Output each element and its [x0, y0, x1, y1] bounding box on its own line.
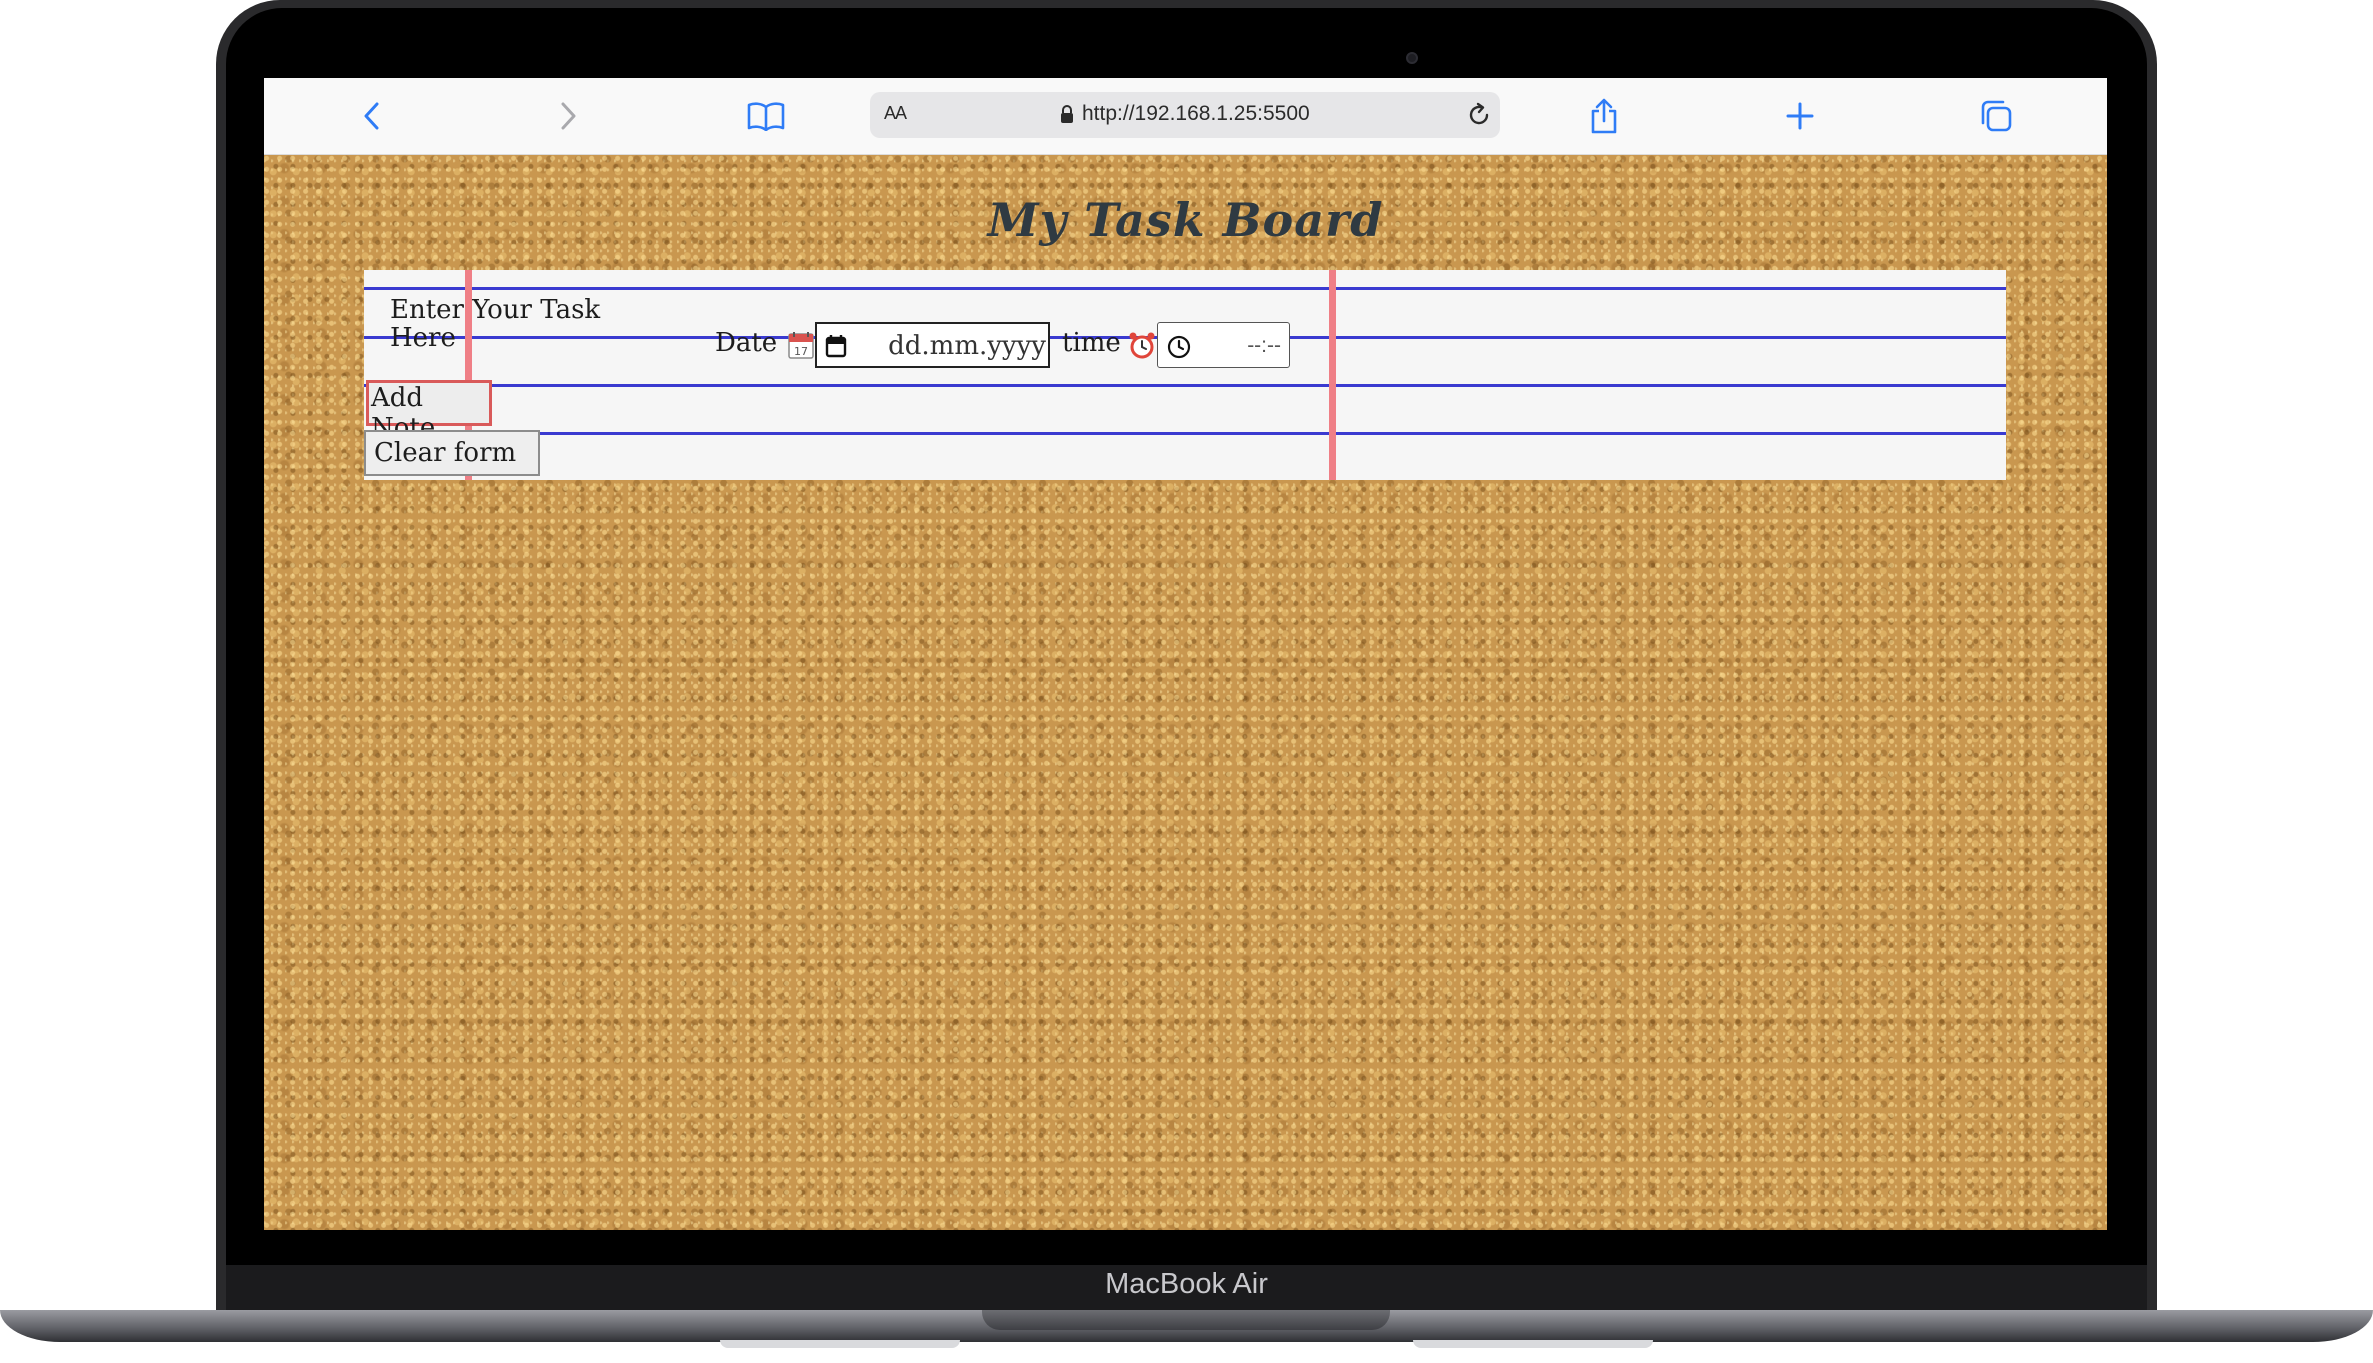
chevron-right-icon — [561, 102, 576, 130]
book-icon — [747, 102, 785, 131]
clock-icon[interactable] — [1167, 335, 1191, 359]
laptop-foot — [720, 1340, 960, 1348]
share-button[interactable] — [1580, 92, 1628, 140]
screen: AA http://192.168.1.25:5500 My Task Boar… — [264, 78, 2107, 1230]
date-placeholder: dd.mm.yyyy — [888, 331, 1046, 361]
laptop-foot — [1413, 1340, 1653, 1348]
time-label: time — [1062, 328, 1121, 358]
share-icon — [1591, 98, 1617, 134]
lock-icon — [1061, 105, 1073, 123]
calendar-icon[interactable] — [825, 334, 847, 358]
time-input[interactable]: --:-- — [1157, 322, 1290, 368]
camera-icon — [1406, 52, 1418, 64]
date-input[interactable]: dd.mm.yyyy — [815, 322, 1050, 368]
ruled-line — [364, 287, 2006, 290]
browser-toolbar: AA http://192.168.1.25:5500 — [264, 78, 2107, 155]
alarm-clock-emoji-icon — [1129, 332, 1155, 359]
date-label: Date — [715, 328, 778, 358]
device-label: MacBook Air — [1105, 1268, 1268, 1300]
address-bar[interactable]: AA http://192.168.1.25:5500 — [870, 92, 1500, 138]
time-placeholder: --:-- — [1247, 334, 1281, 357]
reader-text-size-button[interactable]: AA — [884, 103, 907, 124]
clear-form-button[interactable]: Clear form — [364, 430, 540, 476]
svg-text:17: 17 — [794, 345, 808, 358]
new-tab-button[interactable] — [1776, 92, 1824, 140]
margin-line — [1329, 270, 1336, 480]
url-text[interactable]: http://192.168.1.25:5500 — [1082, 102, 1310, 126]
tabs-overview-button[interactable] — [1972, 92, 2020, 140]
reload-icon[interactable] — [1466, 102, 1492, 128]
bookmarks-button[interactable] — [742, 92, 790, 140]
ruled-line — [364, 432, 2006, 435]
calendar-emoji-icon: 17 — [788, 332, 814, 359]
task-form: Enter Your Task Here Date 17 dd.mm.yyyy … — [364, 270, 2006, 480]
ruled-line — [364, 384, 2006, 387]
task-input[interactable]: Enter Your Task Here — [390, 296, 650, 352]
add-note-button[interactable]: Add Note — [366, 380, 492, 443]
page-title: My Task Board — [987, 193, 1384, 247]
tabs-icon — [1981, 100, 2012, 132]
laptop-hinge-notch — [982, 1310, 1390, 1330]
forward-button[interactable] — [544, 92, 592, 140]
chevron-left-icon — [364, 102, 379, 130]
corkboard-page: My Task Board Enter Your Task Here Date … — [264, 155, 2107, 1230]
back-button[interactable] — [348, 92, 396, 140]
plus-icon — [1786, 102, 1814, 130]
